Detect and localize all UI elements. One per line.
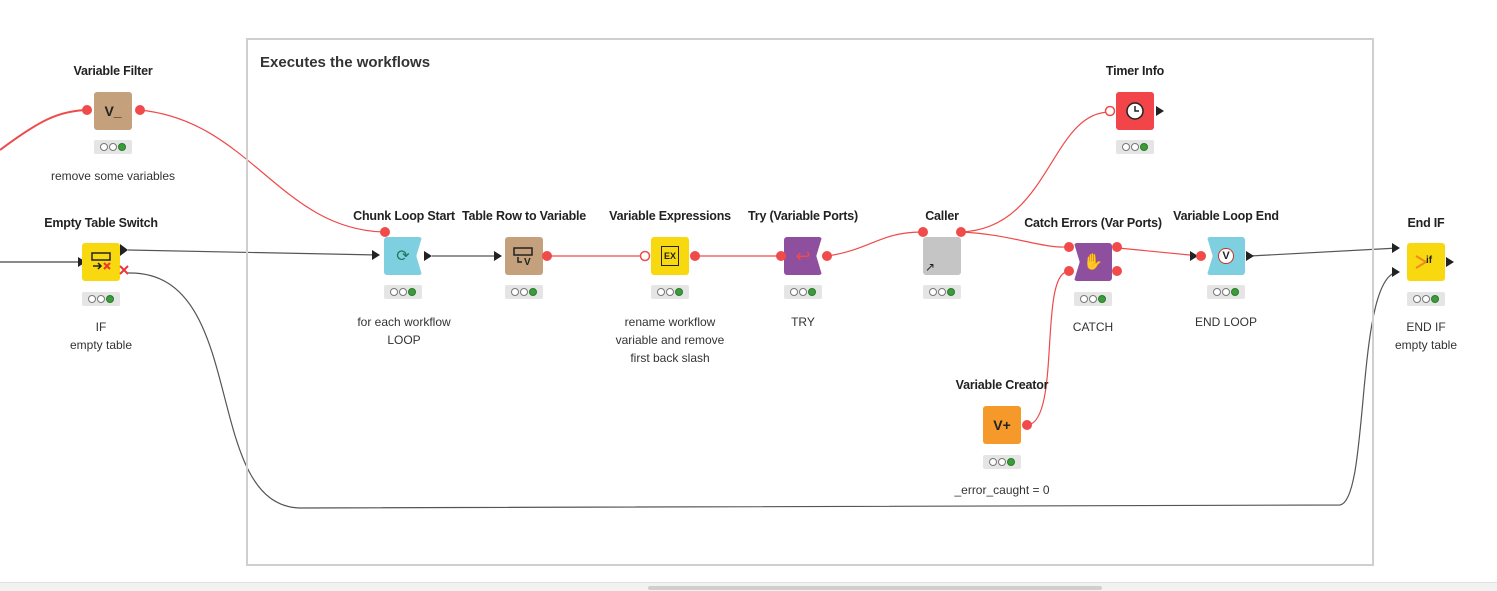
node-title: Timer Info — [1105, 64, 1165, 78]
node-title: Table Row to Variable — [461, 209, 587, 223]
node-label: remove some variables — [50, 169, 176, 183]
node-table-row-to-variable[interactable]: V — [505, 237, 543, 275]
empty-table-switch-icon — [91, 252, 111, 270]
connection-variable-filter-in — [0, 109, 91, 151]
node-label: _error_caught = 0 — [954, 483, 1050, 497]
port-variable — [135, 105, 145, 115]
status-indicator — [1407, 292, 1445, 306]
node-title: Catch Errors (Var Ports) — [1024, 216, 1162, 230]
variable-creator-icon: V+ — [993, 417, 1011, 433]
ports — [82, 105, 145, 115]
status-indicator — [1116, 140, 1154, 154]
status-indicator — [384, 285, 422, 299]
table-row-to-variable-icon: V — [513, 247, 533, 266]
status-indicator — [505, 285, 543, 299]
node-label: rename workflow variable and remove first … — [615, 315, 725, 365]
node-empty-table-switch[interactable] — [82, 243, 120, 281]
node-title: Variable Expressions — [609, 209, 731, 223]
scrollbar-thumb[interactable] — [648, 586, 1102, 590]
status-indicator — [784, 285, 822, 299]
ports — [776, 251, 832, 261]
svg-text:V: V — [524, 257, 531, 266]
node-title: Try (Variable Ports) — [748, 209, 858, 223]
annotation-box[interactable] — [246, 38, 1374, 566]
annotation-title: Executes the workflows — [260, 54, 431, 71]
status-indicator — [1207, 285, 1245, 299]
node-title: Variable Loop End — [1173, 209, 1279, 223]
node-title: Caller — [925, 209, 959, 223]
status-indicator — [923, 285, 961, 299]
node-end-if[interactable]: if — [1407, 243, 1445, 281]
node-caller[interactable]: ↗ — [923, 237, 961, 275]
ports — [1064, 242, 1122, 276]
ports — [1196, 251, 1254, 261]
arrowhead — [1392, 243, 1400, 253]
node-label: for each workflow LOOP — [357, 315, 451, 347]
node-variable-creator[interactable]: V+ — [983, 406, 1021, 444]
arrowhead — [1392, 267, 1400, 277]
node-label: IF empty table — [69, 320, 133, 352]
node-title: Empty Table Switch — [44, 216, 158, 230]
ports — [1446, 257, 1454, 267]
node-title: Chunk Loop Start — [353, 209, 455, 223]
status-indicator — [94, 140, 132, 154]
ports — [639, 250, 700, 262]
ports — [542, 251, 552, 261]
end-if-icon: if — [1415, 255, 1433, 269]
node-title: Variable Creator — [955, 378, 1049, 392]
svg-text:if: if — [1426, 255, 1433, 266]
status-indicator — [983, 455, 1021, 469]
ports — [119, 244, 129, 275]
ports — [1022, 420, 1032, 430]
status-indicator — [1074, 292, 1112, 306]
node-title: Variable Filter — [73, 64, 153, 78]
ports — [1104, 105, 1164, 117]
port-variable — [82, 105, 92, 115]
status-indicator — [651, 285, 689, 299]
node-label: CATCH — [1072, 320, 1114, 334]
ports — [918, 227, 966, 237]
component-arrow-icon: ↗ — [925, 260, 936, 274]
node-label: TRY — [791, 315, 815, 329]
status-indicator — [82, 292, 120, 306]
ports — [380, 227, 432, 261]
node-title: End IF — [1407, 216, 1445, 230]
node-label: END IF empty table — [1394, 320, 1458, 352]
node-label: END LOOP — [1194, 315, 1258, 329]
